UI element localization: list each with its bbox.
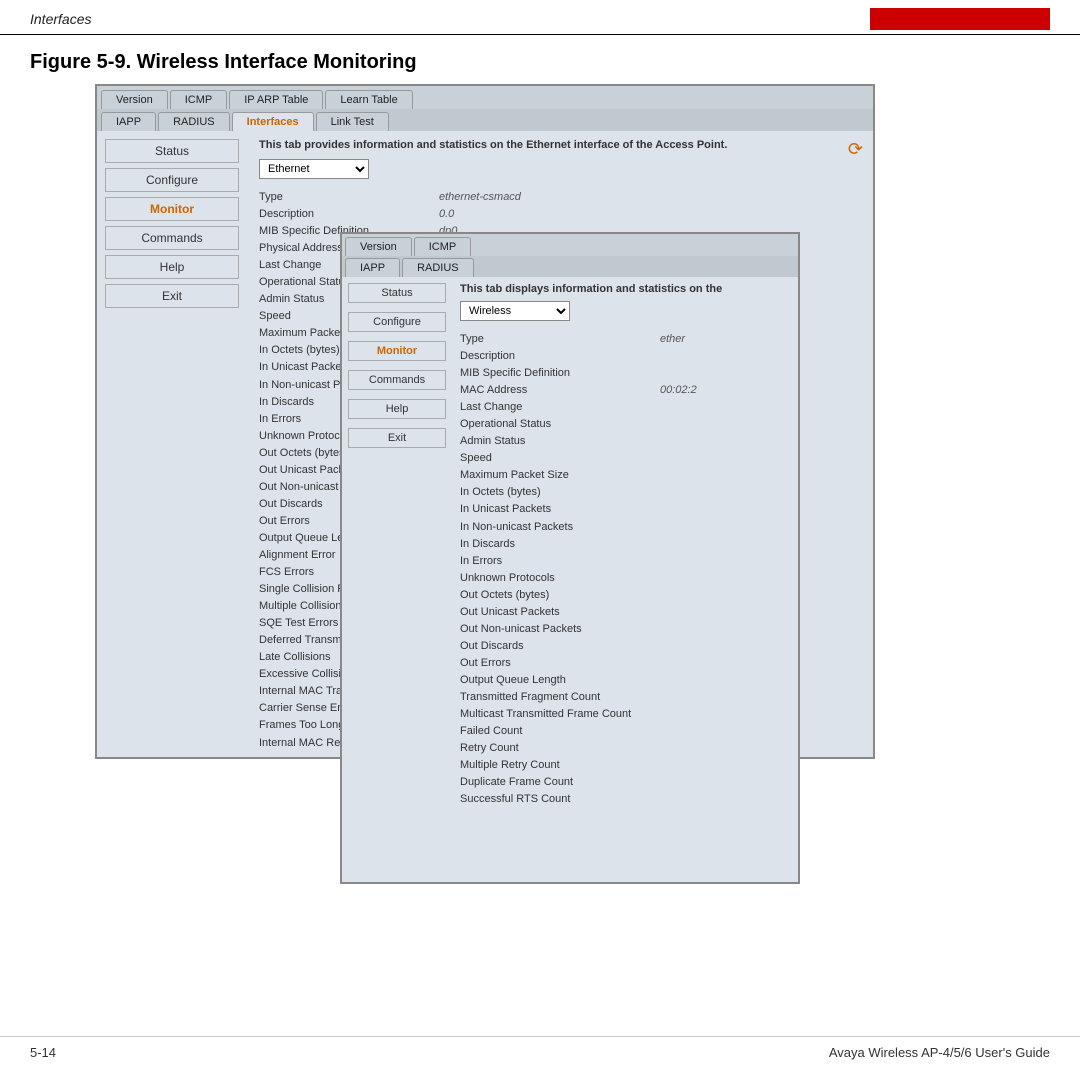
page-footer: 5-14 Avaya Wireless AP-4/5/6 User's Guid… <box>0 1036 1080 1060</box>
w-prop-in-non-unicast: In Non-unicast Packets <box>460 519 790 536</box>
wireless-props-list: Type ether Description MIB Specific Defi… <box>460 331 790 811</box>
sidebar-btn-configure[interactable]: Configure <box>105 168 239 192</box>
sidebar-btn-help[interactable]: Help <box>105 255 239 279</box>
w-prop-out-discards: Out Discards <box>460 638 790 655</box>
tab-row-2: IAPP RADIUS Interfaces Link Test <box>97 109 873 131</box>
wireless-tab-row-1: Version ICMP <box>342 234 798 256</box>
tab-row-1: Version ICMP IP ARP Table Learn Table <box>97 86 873 109</box>
w-prop-max-packet: Maximum Packet Size <box>460 467 790 484</box>
tab-interfaces[interactable]: Interfaces <box>232 112 314 131</box>
w-prop-mac: MAC Address 00:02:2 <box>460 382 790 399</box>
wireless-content: This tab displays information and statis… <box>452 277 798 817</box>
refresh-icon[interactable]: ⟳ <box>848 139 863 160</box>
w-prop-in-unicast: In Unicast Packets <box>460 501 790 518</box>
wireless-sidebar: Status Configure Monitor Commands Help E… <box>342 277 452 817</box>
prop-type: Type ethernet-csmacd <box>259 189 861 206</box>
w-sidebar-configure[interactable]: Configure <box>348 312 446 332</box>
w-prop-output-queue: Output Queue Length <box>460 672 790 689</box>
w-sidebar-help[interactable]: Help <box>348 399 446 419</box>
footer-page-number: 5-14 <box>30 1045 56 1060</box>
tab-ip-arp[interactable]: IP ARP Table <box>229 90 323 109</box>
wireless-info-text: This tab displays information and statis… <box>460 283 790 295</box>
wireless-window: Version ICMP IAPP RADIUS Status Configur… <box>340 232 800 884</box>
tab-iapp[interactable]: IAPP <box>101 112 156 131</box>
sidebar-btn-exit[interactable]: Exit <box>105 284 239 308</box>
tab-icmp[interactable]: ICMP <box>170 90 228 109</box>
figure-title: Figure 5-9. Wireless Interface Monitorin… <box>0 35 1080 84</box>
w-prop-type: Type ether <box>460 331 790 348</box>
sidebar-btn-commands[interactable]: Commands <box>105 226 239 250</box>
tab-version[interactable]: Version <box>101 90 168 109</box>
w-sidebar-exit[interactable]: Exit <box>348 428 446 448</box>
page-header: Interfaces <box>0 0 1080 35</box>
w-prop-out-octets: Out Octets (bytes) <box>460 587 790 604</box>
header-title: Interfaces <box>30 11 91 27</box>
w-prop-in-octets: In Octets (bytes) <box>460 484 790 501</box>
wireless-dropdown[interactable]: Wireless Ethernet <box>460 301 570 321</box>
w-dropdown-row: Wireless Ethernet <box>460 301 790 321</box>
dropdown-row: Ethernet Wireless <box>259 159 861 179</box>
w-prop-tx-fragment: Transmitted Fragment Count <box>460 689 790 706</box>
w-prop-success-rts: Successful RTS Count <box>460 791 790 808</box>
w-tab-icmp[interactable]: ICMP <box>414 237 472 256</box>
w-prop-last-change: Last Change <box>460 399 790 416</box>
w-sidebar-status[interactable]: Status <box>348 283 446 303</box>
w-prop-mib: MIB Specific Definition <box>460 365 790 382</box>
w-prop-unknown-proto: Unknown Protocols <box>460 570 790 587</box>
w-tab-iapp[interactable]: IAPP <box>345 258 400 277</box>
w-prop-dup-frame: Duplicate Frame Count <box>460 774 790 791</box>
tab-radius[interactable]: RADIUS <box>158 112 230 131</box>
tab-learn[interactable]: Learn Table <box>325 90 412 109</box>
sidebar: Status Configure Monitor Commands Help E… <box>97 131 247 757</box>
w-prop-out-non-unicast: Out Non-unicast Packets <box>460 621 790 638</box>
w-prop-in-discards: In Discards <box>460 536 790 553</box>
w-prop-admin: Admin Status <box>460 433 790 450</box>
w-prop-desc: Description <box>460 348 790 365</box>
w-tab-radius[interactable]: RADIUS <box>402 258 474 277</box>
footer-guide-title: Avaya Wireless AP-4/5/6 User's Guide <box>829 1045 1050 1060</box>
w-prop-multi-retry: Multiple Retry Count <box>460 757 790 774</box>
interface-dropdown[interactable]: Ethernet Wireless <box>259 159 369 179</box>
content-area: Version ICMP IP ARP Table Learn Table IA… <box>0 84 1080 984</box>
w-prop-retry-count: Retry Count <box>460 740 790 757</box>
w-prop-mcast-tx-frame: Multicast Transmitted Frame Count <box>460 706 790 723</box>
w-tab-version[interactable]: Version <box>345 237 412 256</box>
w-sidebar-commands[interactable]: Commands <box>348 370 446 390</box>
w-prop-failed-count: Failed Count <box>460 723 790 740</box>
header-bar <box>870 8 1050 30</box>
w-sidebar-monitor[interactable]: Monitor <box>348 341 446 361</box>
tab-link-test[interactable]: Link Test <box>316 112 389 131</box>
w-prop-in-errors: In Errors <box>460 553 790 570</box>
w-prop-failed-rts: Failed RTS Count <box>460 808 790 811</box>
info-text: This tab provides information and statis… <box>259 139 861 151</box>
sidebar-btn-monitor[interactable]: Monitor <box>105 197 239 221</box>
w-prop-speed: Speed <box>460 450 790 467</box>
prop-description: Description 0.0 <box>259 206 861 223</box>
w-prop-op-status: Operational Status <box>460 416 790 433</box>
wireless-tab-row-2: IAPP RADIUS <box>342 256 798 277</box>
w-prop-out-unicast: Out Unicast Packets <box>460 604 790 621</box>
w-prop-out-errors: Out Errors <box>460 655 790 672</box>
sidebar-btn-status[interactable]: Status <box>105 139 239 163</box>
wireless-main-panel: Status Configure Monitor Commands Help E… <box>342 277 798 817</box>
